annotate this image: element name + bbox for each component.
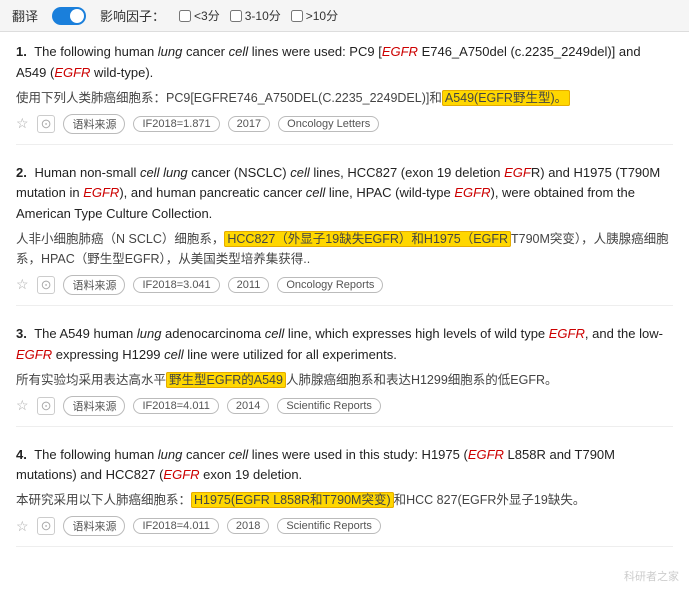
result-1-en: 1. The following human lung cancer cell … bbox=[16, 42, 673, 84]
result-2-number: 2. bbox=[16, 165, 27, 180]
filter-lt3-label: <3分 bbox=[194, 7, 220, 24]
result-item-3: 3. The A549 human lung adenocarcinoma ce… bbox=[16, 324, 673, 427]
star-2[interactable]: ☆ bbox=[16, 276, 29, 293]
result-3-meta: ☆ ⊙ 语料来源 IF2018=4.011 2014 Scientific Re… bbox=[16, 396, 673, 416]
result-1-highlight: A549(EGFR野生型)。 bbox=[442, 90, 570, 106]
result-item-2: 2. Human non-small cell lung cancer (NSC… bbox=[16, 163, 673, 306]
cell-4: cell bbox=[229, 447, 249, 462]
result-3-cn: 所有实验均采用表达高水平野生型EGFR的A549人肺腺癌细胞系和表达H1299细… bbox=[16, 370, 673, 390]
egfr-2a: EGF bbox=[504, 165, 531, 180]
year-tag-4: 2018 bbox=[227, 518, 269, 534]
cell-1: cell bbox=[229, 44, 249, 59]
egfr-4a: EGFR bbox=[468, 447, 504, 462]
result-4-highlight: H1975(EGFR L858R和T790M突变) bbox=[191, 492, 394, 508]
result-2-cn: 人非小细胞肺癌（N SCLC）细胞系，HCC827（外显子19缺失EGFR）和H… bbox=[16, 229, 673, 269]
result-3-number: 3. bbox=[16, 326, 27, 341]
journal-tag-3: Scientific Reports bbox=[277, 398, 381, 414]
journal-tag-1: Oncology Letters bbox=[278, 116, 379, 132]
filter-3-10-label: 3-10分 bbox=[245, 7, 281, 24]
if-tag-1: IF2018=1.871 bbox=[133, 116, 219, 132]
journal-tag-4: Scientific Reports bbox=[277, 518, 381, 534]
source-tag-1[interactable]: 语料来源 bbox=[63, 114, 125, 134]
year-tag-3: 2014 bbox=[227, 398, 269, 414]
result-4-meta: ☆ ⊙ 语料来源 IF2018=4.011 2018 Scientific Re… bbox=[16, 516, 673, 536]
egfr-2c: EGFR bbox=[454, 185, 490, 200]
header-bar: 翻译 影响因子： <3分 3-10分 >10分 bbox=[0, 0, 689, 32]
egfr-3a: EGFR bbox=[549, 326, 585, 341]
journal-tag-2: Oncology Reports bbox=[277, 277, 383, 293]
result-1-meta: ☆ ⊙ 语料来源 IF2018=1.871 2017 Oncology Lett… bbox=[16, 114, 673, 134]
copy-1[interactable]: ⊙ bbox=[37, 115, 56, 133]
egfr-1b: EGFR bbox=[54, 65, 90, 80]
cell-3b: cell bbox=[164, 347, 184, 362]
lung-4: lung bbox=[158, 447, 183, 462]
source-tag-4[interactable]: 语料来源 bbox=[63, 516, 125, 536]
star-3[interactable]: ☆ bbox=[16, 397, 29, 414]
result-3-highlight: 野生型EGFR的A549 bbox=[166, 372, 286, 388]
star-4[interactable]: ☆ bbox=[16, 518, 29, 535]
source-tag-2[interactable]: 语料来源 bbox=[63, 275, 125, 295]
egfr-2b: EGFR bbox=[83, 185, 119, 200]
result-3-en: 3. The A549 human lung adenocarcinoma ce… bbox=[16, 324, 673, 366]
cell-3: cell bbox=[265, 326, 285, 341]
lung-3: lung bbox=[137, 326, 162, 341]
filter-lt3[interactable]: <3分 bbox=[179, 7, 220, 24]
filter-3-10[interactable]: 3-10分 bbox=[230, 7, 281, 24]
lung-1: lung bbox=[158, 44, 183, 59]
result-1-cn: 使用下列人类肺癌细胞系：PC9[EGFRE746_A750DEL(C.2235_… bbox=[16, 88, 673, 108]
copy-2[interactable]: ⊙ bbox=[37, 276, 56, 294]
translate-label: 翻译 bbox=[12, 6, 38, 25]
if-tag-4: IF2018=4.011 bbox=[133, 518, 218, 534]
egfr-4b: EGFR bbox=[163, 467, 199, 482]
year-tag-2: 2011 bbox=[228, 277, 270, 293]
cell-2: cell bbox=[290, 165, 310, 180]
toggle-knob bbox=[70, 9, 84, 23]
filter-3-10-checkbox[interactable] bbox=[230, 10, 242, 22]
filter-label: 影响因子： bbox=[100, 6, 165, 25]
results-area: 1. The following human lung cancer cell … bbox=[0, 32, 689, 575]
egfr-3b: EGFR bbox=[16, 347, 52, 362]
cell-2b: cell bbox=[306, 185, 326, 200]
filter-group: <3分 3-10分 >10分 bbox=[179, 7, 338, 24]
year-tag-1: 2017 bbox=[228, 116, 270, 132]
result-2-meta: ☆ ⊙ 语料来源 IF2018=3.041 2011 Oncology Repo… bbox=[16, 275, 673, 295]
egfr-1a: EGFR bbox=[382, 44, 418, 59]
result-2-en: 2. Human non-small cell lung cancer (NSC… bbox=[16, 163, 673, 225]
result-2-highlight: HCC827（外显子19缺失EGFR）和H1975（EGFR bbox=[224, 231, 511, 247]
result-item-4: 4. The following human lung cancer cell … bbox=[16, 445, 673, 548]
filter-gt10-checkbox[interactable] bbox=[291, 10, 303, 22]
copy-3[interactable]: ⊙ bbox=[37, 397, 56, 415]
if-tag-3: IF2018=4.011 bbox=[133, 398, 218, 414]
result-4-en: 4. The following human lung cancer cell … bbox=[16, 445, 673, 487]
watermark: 科研者之家 bbox=[624, 568, 679, 584]
source-tag-3[interactable]: 语料来源 bbox=[63, 396, 125, 416]
result-item-1: 1. The following human lung cancer cell … bbox=[16, 42, 673, 145]
cell-lung-2: cell lung bbox=[140, 165, 188, 180]
result-4-number: 4. bbox=[16, 447, 27, 462]
translate-toggle[interactable] bbox=[52, 7, 86, 25]
result-4-cn: 本研究采用以下人肺癌细胞系：H1975(EGFR L858R和T790M突变)和… bbox=[16, 490, 673, 510]
filter-gt10[interactable]: >10分 bbox=[291, 7, 338, 24]
if-tag-2: IF2018=3.041 bbox=[133, 277, 219, 293]
copy-4[interactable]: ⊙ bbox=[37, 517, 56, 535]
star-1[interactable]: ☆ bbox=[16, 115, 29, 132]
result-1-number: 1. bbox=[16, 44, 27, 59]
filter-lt3-checkbox[interactable] bbox=[179, 10, 191, 22]
filter-gt10-label: >10分 bbox=[306, 7, 338, 24]
